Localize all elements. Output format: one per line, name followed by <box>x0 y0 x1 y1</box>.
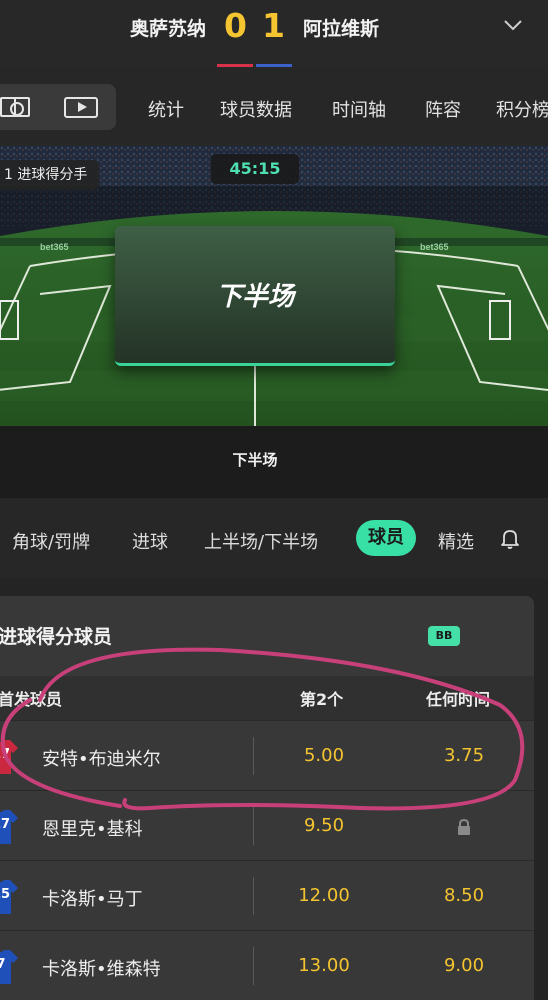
match-nav: 统计 球员数据 时间轴 阵容 积分榜 <box>0 68 548 146</box>
table-row: 15 卡洛斯•马丁 12.00 8.50 <box>0 860 534 930</box>
match-visualization: bet365 bet365 1 进球得分手 45:15 下半场 下半场 <box>0 146 548 498</box>
pitch-icon[interactable] <box>0 97 30 117</box>
table-row: 7 卡洛斯•维森特 13.00 9.00 <box>0 930 534 1000</box>
tab-players[interactable]: 球员 <box>356 520 416 556</box>
player-name: 安特•布迪米尔 <box>42 749 161 770</box>
period-card: 下半场 <box>115 226 395 366</box>
jersey-number: 7 <box>0 957 6 972</box>
divider <box>253 807 254 845</box>
odds-anytime[interactable]: 9.00 <box>414 955 514 976</box>
match-header: ‹ 奥萨苏纳 0 1 阿拉维斯 <box>0 0 548 68</box>
period-card-text: 下半场 <box>215 282 294 312</box>
away-team-name: 阿拉维斯 <box>303 18 380 40</box>
market-tabs: 角球/罚牌 进球 上半场/下半场 球员 精选 <box>0 498 548 578</box>
table-row: 17 安特•布迪米尔 5.00 3.75 <box>0 720 534 790</box>
lock-icon <box>458 819 470 835</box>
tab-player-stats[interactable]: 球员数据 <box>220 96 292 122</box>
column-header-second: 第2个 <box>300 690 344 709</box>
period-caption: 下半场 <box>232 451 278 469</box>
tab-lineups[interactable]: 阵容 <box>425 96 461 122</box>
tab-halves[interactable]: 上半场/下半场 <box>204 528 318 554</box>
column-header-player: 首发球员 <box>0 690 63 709</box>
jersey-icon: 15 <box>0 878 18 914</box>
odds-second-goal[interactable]: 13.00 <box>274 955 374 976</box>
away-score: 1 <box>262 6 285 45</box>
back-arrow-icon[interactable]: ‹ <box>0 12 8 42</box>
odds-anytime[interactable]: 8.50 <box>414 885 514 906</box>
jersey-icon: 7 <box>0 948 18 984</box>
home-team-color-bar <box>217 64 253 67</box>
goal-scorer-chip[interactable]: 1 进球得分手 <box>0 160 100 190</box>
odds-second-goal[interactable]: 5.00 <box>274 745 374 766</box>
player-name: 恩里克•基科 <box>42 819 143 840</box>
bet-builder-badge[interactable]: BB <box>428 626 460 646</box>
jersey-number: 15 <box>0 887 11 902</box>
svg-text:bet365: bet365 <box>40 242 69 252</box>
odds-second-goal[interactable]: 12.00 <box>274 885 374 906</box>
jersey-icon: 17 <box>0 808 18 844</box>
svg-text:bet365: bet365 <box>420 242 449 252</box>
tab-timeline[interactable]: 时间轴 <box>332 96 386 122</box>
home-team-name: 奥萨苏纳 <box>129 18 206 40</box>
away-team-color-bar <box>256 64 292 67</box>
tab-goals[interactable]: 进球 <box>132 528 168 554</box>
jersey-icon: 17 <box>0 738 18 774</box>
divider <box>253 947 254 985</box>
goalscorer-market-card: 进球得分球员 BB 首发球员 第2个 任何时间 17 安特•布迪米尔 5.00 … <box>0 596 534 1000</box>
column-header-anytime: 任何时间 <box>426 690 491 709</box>
odds-anytime[interactable]: 3.75 <box>414 745 514 766</box>
player-name: 卡洛斯•马丁 <box>42 889 143 910</box>
divider <box>253 877 254 915</box>
jersey-number: 17 <box>0 817 11 832</box>
home-score: 0 <box>224 6 247 45</box>
chevron-down-icon[interactable] <box>502 14 524 36</box>
video-icon[interactable] <box>64 97 98 118</box>
player-name: 卡洛斯•维森特 <box>42 959 161 980</box>
divider <box>253 737 254 775</box>
tab-corners-cards[interactable]: 角球/罚牌 <box>12 528 90 554</box>
match-clock: 45:15 <box>211 154 299 184</box>
market-title: 进球得分球员 <box>0 626 113 648</box>
jersey-number: 17 <box>0 747 11 762</box>
bell-icon[interactable] <box>498 526 522 550</box>
tab-standings[interactable]: 积分榜 <box>496 96 548 122</box>
view-toggle <box>0 84 116 130</box>
tab-stats[interactable]: 统计 <box>148 96 184 122</box>
tab-featured[interactable]: 精选 <box>438 528 474 554</box>
odds-second-goal[interactable]: 9.50 <box>274 815 374 836</box>
table-row: 17 恩里克•基科 9.50 <box>0 790 534 860</box>
